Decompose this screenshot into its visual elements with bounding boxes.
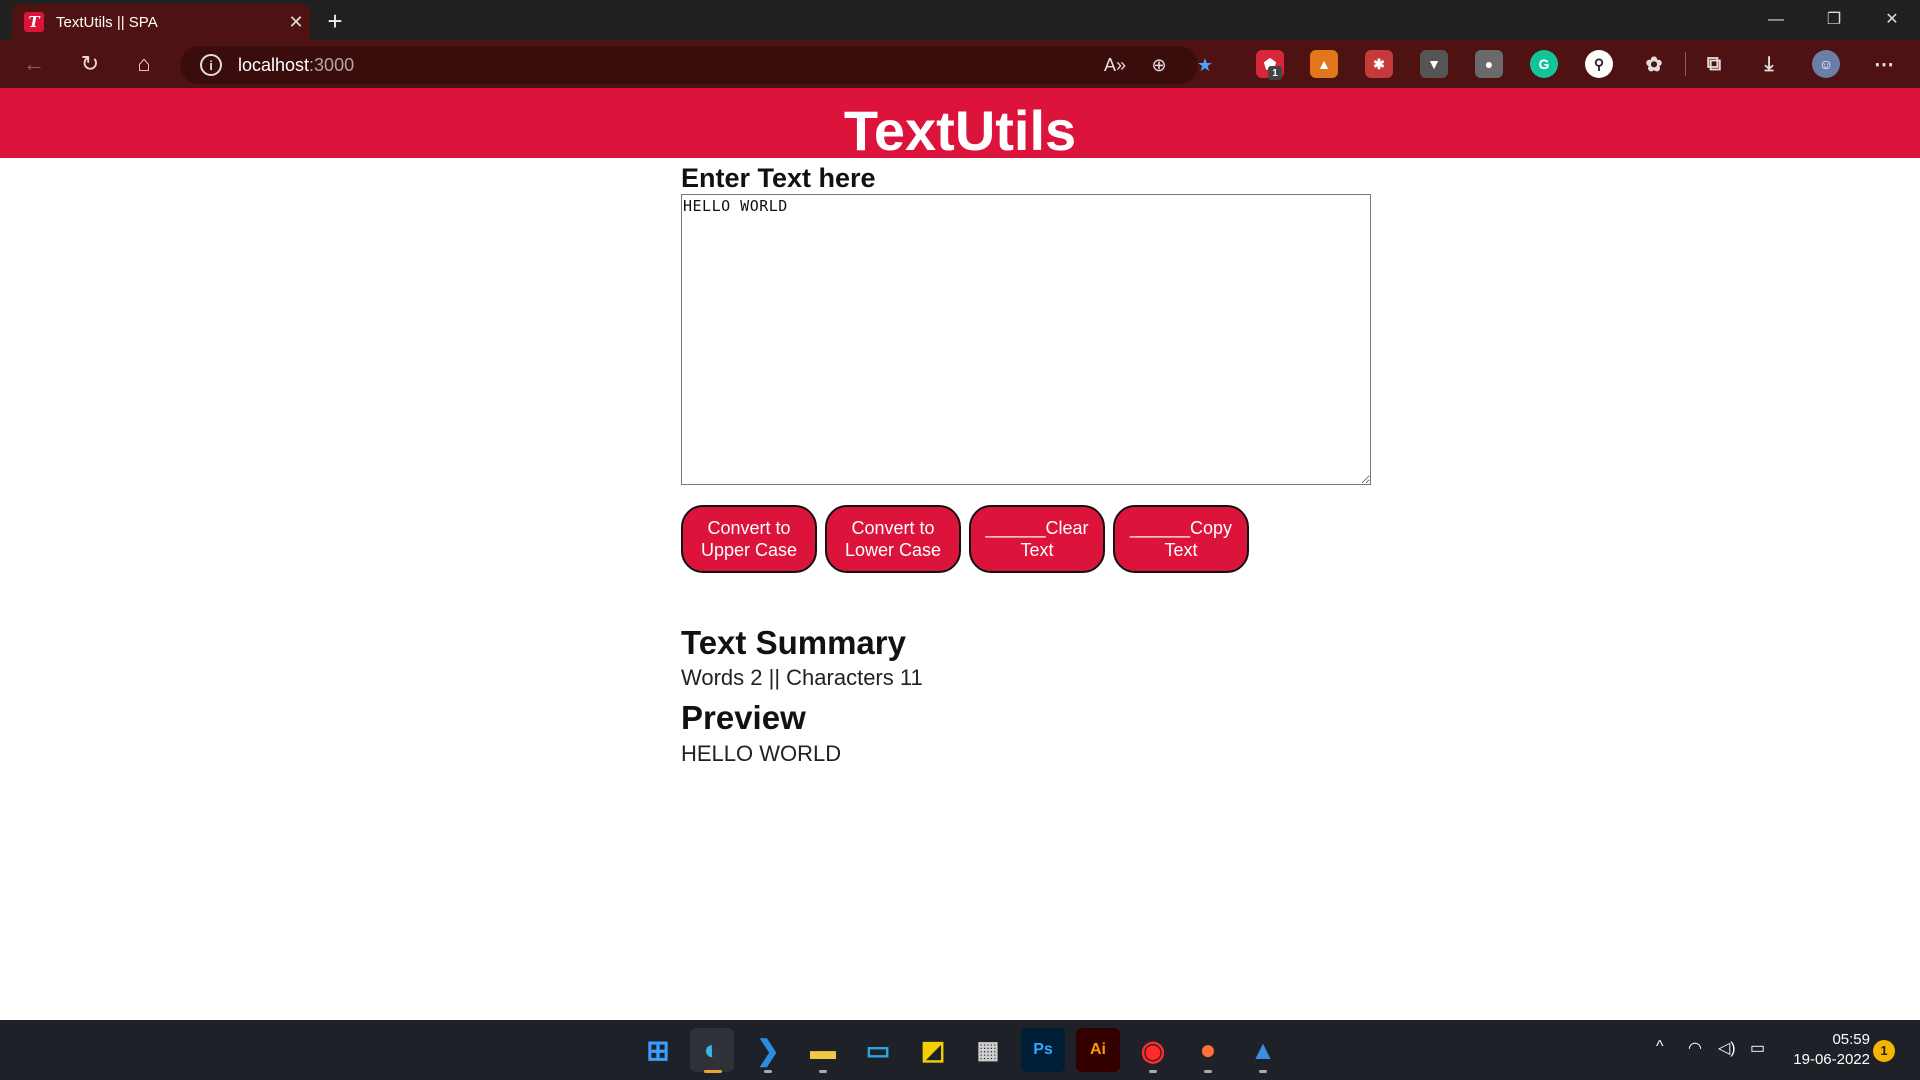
app-header: TextUtils: [0, 88, 1920, 158]
text-input[interactable]: HELLO WORLD: [681, 194, 1371, 485]
firefox-icon[interactable]: ●: [1186, 1028, 1230, 1072]
toolbar-separator: [1685, 52, 1686, 76]
download-icon[interactable]: ⤓: [1755, 50, 1783, 78]
browser-tab[interactable]: T TextUtils || SPA ✕: [12, 4, 310, 40]
tab-close-icon[interactable]: ✕: [282, 12, 310, 33]
more-menu-icon[interactable]: ⋯: [1870, 50, 1898, 78]
button-row: Convert to Upper Case Convert to Lower C…: [681, 505, 1381, 573]
collections-icon[interactable]: ⧉: [1700, 50, 1728, 78]
tab-favicon-icon: T: [24, 12, 44, 32]
wifi-icon[interactable]: ◠: [1688, 1038, 1702, 1058]
extension-search-icon[interactable]: ⚲: [1585, 50, 1613, 78]
desktop-icon[interactable]: ▭: [856, 1028, 900, 1072]
uppercase-button[interactable]: Convert to Upper Case: [681, 505, 817, 573]
photoshop-icon[interactable]: Ps: [1021, 1028, 1065, 1072]
browser-title-bar: T TextUtils || SPA ✕ + — ❐ ✕: [0, 0, 1920, 40]
edge-active-indicator: [704, 1070, 722, 1073]
preview-title: Preview: [681, 699, 806, 736]
photos-icon[interactable]: ▲: [1241, 1028, 1285, 1072]
new-tab-button[interactable]: +: [318, 4, 352, 38]
extension-badge: 1: [1268, 66, 1282, 80]
close-window-button[interactable]: ✕: [1864, 0, 1920, 40]
home-icon[interactable]: ⌂: [124, 40, 164, 88]
extension-bug-icon[interactable]: ✱: [1365, 50, 1393, 78]
minimize-button[interactable]: —: [1748, 0, 1804, 40]
extension-download-icon[interactable]: ▼: [1420, 50, 1448, 78]
clear-text-button[interactable]: ______Clear Text: [969, 505, 1105, 573]
read-aloud-icon[interactable]: A»: [1102, 52, 1128, 78]
form-label: Enter Text here: [681, 163, 876, 193]
windows-taskbar: [0, 1020, 1920, 1080]
form-container: Enter Text here HELLO WORLD Convert to U…: [681, 158, 1381, 769]
explorer-running-indicator: [819, 1070, 827, 1073]
tab-title: TextUtils || SPA: [56, 13, 158, 31]
clock-date: 19-06-2022: [1793, 1051, 1870, 1068]
notification-badge[interactable]: 1: [1873, 1040, 1895, 1062]
extensions-icon[interactable]: ✿: [1640, 50, 1668, 78]
edge-icon[interactable]: ◐: [690, 1028, 734, 1072]
summary-title: Text Summary: [681, 624, 906, 661]
refresh-icon[interactable]: ↻: [70, 40, 110, 88]
system-clock[interactable]: 05:59 19-06-2022: [1780, 1030, 1870, 1070]
summary-text: Words 2 || Characters 11: [681, 665, 923, 690]
address-host: localhost: [238, 54, 310, 75]
media-running-indicator: [1149, 1070, 1157, 1073]
profile-avatar[interactable]: ☺: [1812, 50, 1840, 78]
address-bar[interactable]: i localhost:3000: [180, 46, 1198, 84]
extension-puzzle-icon[interactable]: ●: [1475, 50, 1503, 78]
clock-time: 05:59: [1832, 1031, 1870, 1048]
firefox-running-indicator: [1204, 1070, 1212, 1073]
favorite-star-icon[interactable]: ★: [1192, 52, 1218, 78]
restore-button[interactable]: ❐: [1806, 0, 1862, 40]
address-port: :3000: [309, 54, 355, 75]
copy-text-button[interactable]: ______Copy Text: [1113, 505, 1249, 573]
vscode-icon[interactable]: ❯: [746, 1028, 790, 1072]
battery-icon[interactable]: ▭: [1750, 1038, 1765, 1058]
web-page: TextUtils Enter Text here HELLO WORLD Co…: [0, 88, 1920, 1020]
media-player-icon[interactable]: ◉: [1131, 1028, 1175, 1072]
extension-grammarly-icon[interactable]: G: [1530, 50, 1558, 78]
lowercase-button[interactable]: Convert to Lower Case: [825, 505, 961, 573]
calculator-icon[interactable]: ▦: [966, 1028, 1010, 1072]
extension-metamask-icon[interactable]: ▲: [1310, 50, 1338, 78]
show-hidden-icons-icon[interactable]: ^: [1656, 1038, 1664, 1056]
vscode-running-indicator: [764, 1070, 772, 1073]
volume-icon[interactable]: ◁): [1718, 1038, 1736, 1058]
site-info-icon[interactable]: i: [200, 54, 222, 76]
sticky-notes-icon[interactable]: ◩: [911, 1028, 955, 1072]
back-arrow-icon[interactable]: ←: [14, 40, 54, 88]
preview-text: HELLO WORLD: [681, 741, 842, 766]
photos-running-indicator: [1259, 1070, 1267, 1073]
zoom-icon[interactable]: ⊕: [1146, 52, 1172, 78]
windows-start-icon[interactable]: ⊞: [636, 1028, 680, 1072]
illustrator-icon[interactable]: Ai: [1076, 1028, 1120, 1072]
file-explorer-icon[interactable]: ▬: [801, 1028, 845, 1072]
